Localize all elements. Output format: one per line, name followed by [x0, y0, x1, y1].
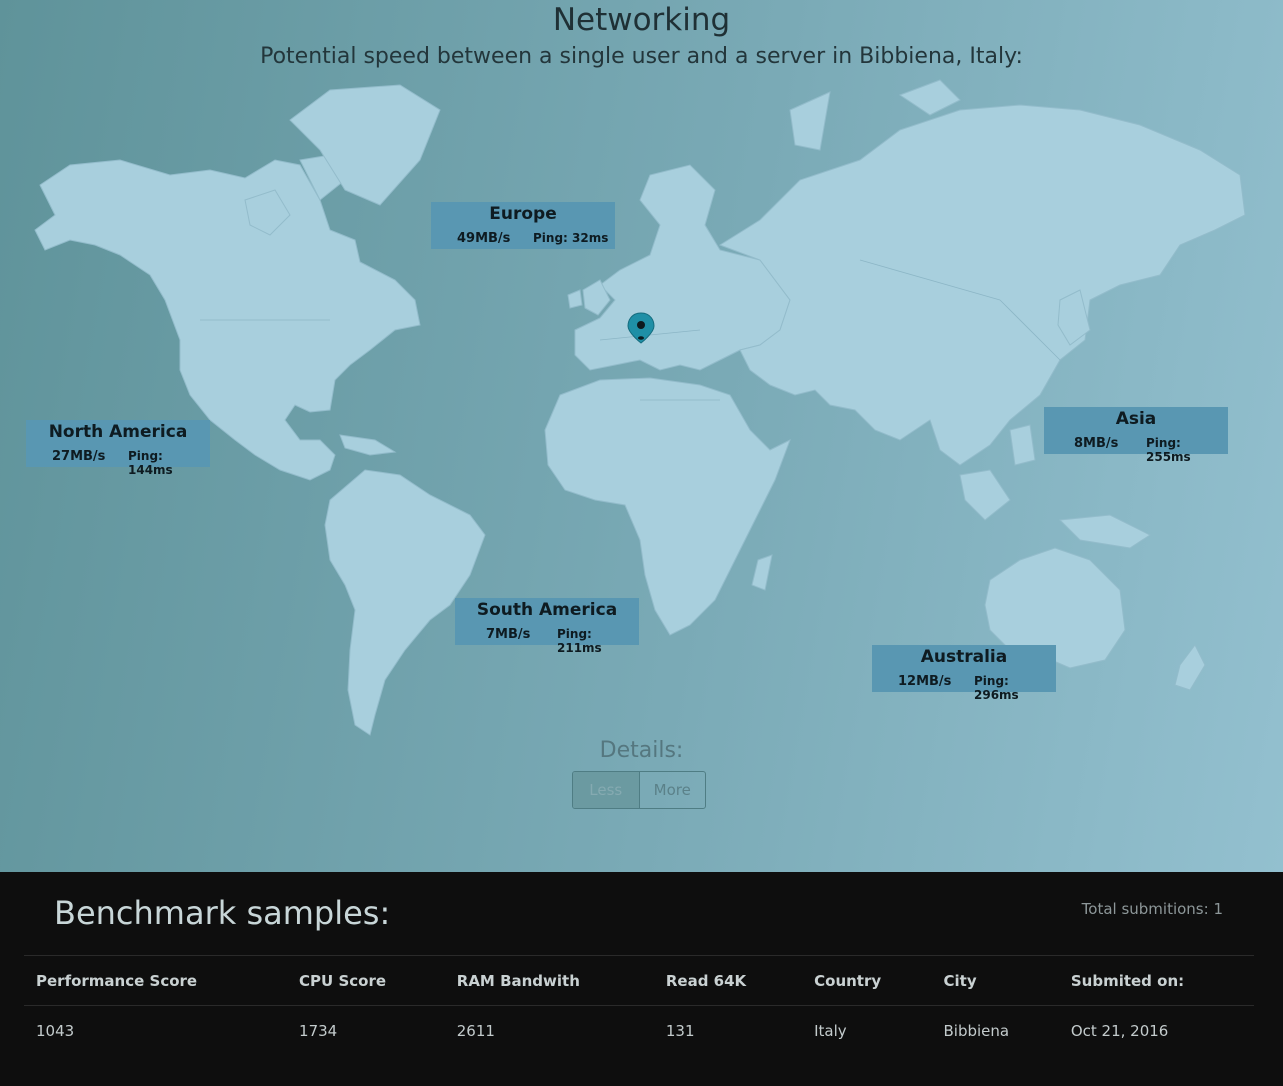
column-header[interactable]: CPU Score: [287, 955, 445, 1006]
region-name: Europe: [489, 204, 557, 224]
column-header[interactable]: City: [931, 955, 1059, 1006]
region-box-australia: Australia 12MB/s Ping: 296ms: [872, 645, 1056, 702]
region-speed: 12MB/s: [898, 674, 952, 689]
region-ping: Ping: 144ms: [128, 449, 173, 477]
region-ping: Ping: 255ms: [1146, 436, 1191, 464]
column-header[interactable]: Submited on:: [1058, 955, 1254, 1006]
region-ping: Ping: 211ms: [557, 627, 602, 655]
column-header[interactable]: RAM Bandwith: [444, 955, 654, 1006]
table-cell: Italy: [814, 1022, 847, 1040]
region-ping: Ping: 296ms: [974, 674, 1019, 702]
column-header[interactable]: Performance Score: [24, 955, 288, 1006]
region-name: South America: [476, 600, 618, 620]
region-ping: Ping: 32ms: [533, 231, 609, 245]
region-name: Asia: [1115, 409, 1157, 429]
benchmark-section: Benchmark samples: Total submitions: 1 P…: [0, 872, 1283, 1086]
table-header-row: Performance Score CPU Score RAM Bandwith…: [24, 955, 1254, 1006]
column-header[interactable]: Read 64K: [653, 955, 803, 1006]
region-box-asia: Asia 8MB/s Ping: 255ms: [1044, 407, 1228, 464]
table-cell: 1043: [36, 1022, 75, 1040]
region-speed: 27MB/s: [52, 449, 106, 464]
region-speed: 8MB/s: [1074, 436, 1119, 451]
africa-landmass: [544, 377, 791, 636]
region-speed: 7MB/s: [486, 627, 531, 642]
table-cell: Bibbiena: [943, 1022, 1010, 1040]
details-more-button[interactable]: More: [640, 772, 706, 808]
table-cell: 131: [665, 1022, 695, 1040]
region-speed: 49MB/s: [457, 231, 511, 246]
region-name: North America: [48, 422, 188, 442]
region-name: Australia: [920, 647, 1008, 667]
table-row: 1043 1734 2611 131 Italy Bibbiena Oct 21…: [24, 1006, 1254, 1057]
details-less-button[interactable]: Less: [573, 772, 640, 808]
benchmark-table: Performance Score CPU Score RAM Bandwith…: [24, 955, 1254, 1056]
benchmark-title: Benchmark samples:: [54, 894, 391, 932]
details-toggle: Less More: [572, 771, 706, 809]
table-cell: 2611: [456, 1022, 495, 1040]
networking-section: Networking Potential speed between a sin…: [0, 0, 1283, 872]
region-box-europe: Europe 49MB/s Ping: 32ms: [431, 202, 615, 249]
details-label: Details:: [599, 738, 684, 763]
column-header[interactable]: Country: [802, 955, 932, 1006]
total-submissions: Total submitions: 1: [1081, 900, 1223, 918]
region-box-south-america: South America 7MB/s Ping: 211ms: [455, 598, 639, 655]
table-cell: Oct 21, 2016: [1070, 1022, 1169, 1040]
table-cell: 1734: [299, 1022, 338, 1040]
region-box-north-america: North America 27MB/s Ping: 144ms: [26, 420, 210, 477]
